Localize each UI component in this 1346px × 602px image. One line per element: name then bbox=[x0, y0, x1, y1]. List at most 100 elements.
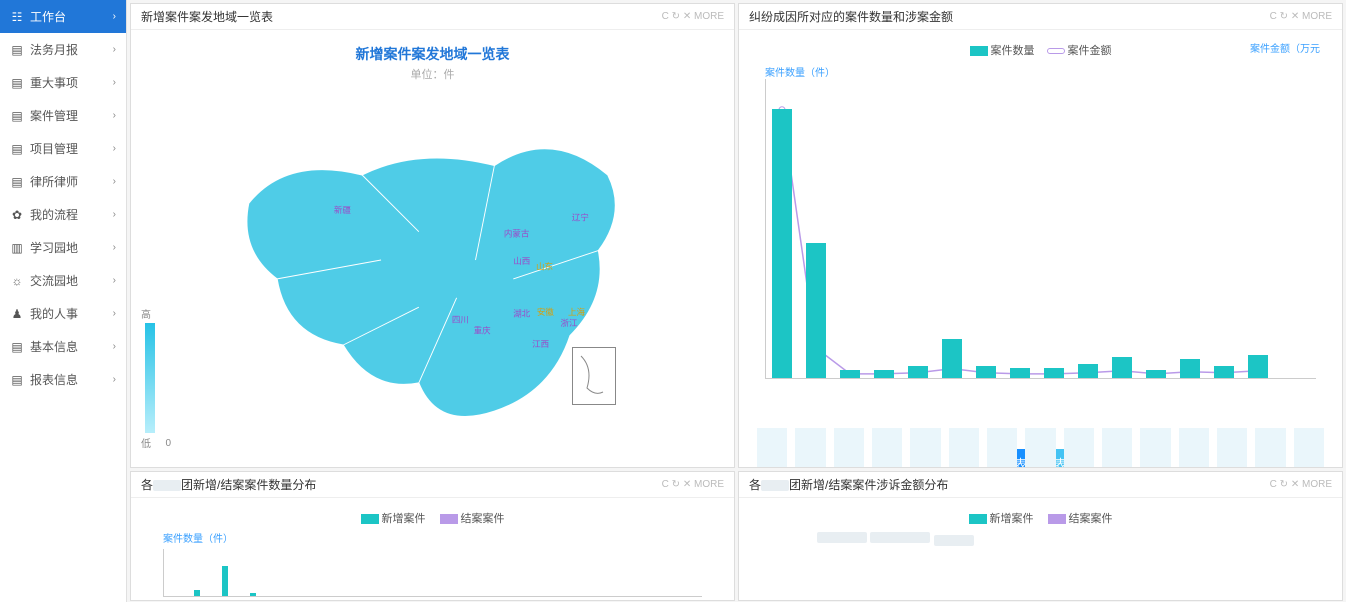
chevron-right-icon: › bbox=[113, 176, 116, 187]
legend-label: 案件金额 bbox=[1068, 45, 1112, 57]
bar[interactable] bbox=[1112, 357, 1132, 378]
map-label[interactable]: 江西 bbox=[532, 339, 549, 349]
map-label[interactable]: 四川 bbox=[451, 314, 468, 324]
legend-swatch bbox=[361, 514, 379, 524]
doc-icon: ▤ bbox=[10, 340, 24, 354]
bar[interactable] bbox=[772, 109, 792, 378]
bar[interactable] bbox=[1180, 359, 1200, 378]
bar[interactable] bbox=[874, 370, 894, 378]
legend-label: 新增案件 bbox=[382, 513, 426, 525]
redacted bbox=[761, 480, 789, 491]
scale-high: 高 bbox=[141, 306, 171, 321]
sidebar-item-exchange[interactable]: ☼交流园地› bbox=[0, 264, 126, 297]
legend-swatch-line bbox=[1047, 48, 1065, 54]
sidebar-item-my-workflow[interactable]: ✿我的流程› bbox=[0, 198, 126, 231]
panel-header: 新增案件案发地域一览表 C ↻ ✕ MORE bbox=[131, 4, 734, 30]
panel-tools[interactable]: C ↻ ✕ MORE bbox=[1270, 11, 1332, 22]
sidebar-item-report-info[interactable]: ▤报表信息› bbox=[0, 363, 126, 396]
sidebar-item-learning[interactable]: ▥学习园地› bbox=[0, 231, 126, 264]
doc-icon: ▤ bbox=[10, 142, 24, 156]
bar[interactable] bbox=[1214, 366, 1234, 378]
panel-body: 新增案件 结案案件 案件数量（件） bbox=[131, 498, 734, 601]
map-label[interactable]: 安徽 bbox=[536, 307, 554, 317]
redacted bbox=[153, 480, 181, 491]
bar[interactable] bbox=[840, 370, 860, 378]
map-label[interactable]: 山西 bbox=[513, 256, 530, 266]
panel-body: 新增案件案发地域一览表 单位：件 新疆内蒙古辽宁山西山东四川重庆湖北安徽上海浙江… bbox=[131, 30, 734, 467]
sidebar-item-case-mgmt[interactable]: ▤ 案件管理 › bbox=[0, 99, 126, 132]
bar[interactable] bbox=[1146, 370, 1166, 378]
sidebar-item-label: 案件管理 bbox=[30, 107, 78, 124]
panel-map: 新增案件案发地域一览表 C ↻ ✕ MORE 新增案件案发地域一览表 单位：件 … bbox=[130, 3, 735, 468]
map-label[interactable]: 重庆 bbox=[473, 326, 491, 336]
legend-label: 案件数量 bbox=[991, 45, 1035, 57]
panel-title: 各团新增/结案案件涉诉金额分布 bbox=[749, 476, 948, 493]
legend-label: 新增案件 bbox=[990, 513, 1034, 525]
chevron-right-icon: › bbox=[113, 11, 116, 22]
main-content: 新增案件案发地域一览表 C ↻ ✕ MORE 新增案件案发地域一览表 单位：件 … bbox=[127, 0, 1346, 602]
book-icon: ▥ bbox=[10, 241, 24, 255]
bar[interactable] bbox=[1248, 355, 1268, 378]
chevron-right-icon: › bbox=[113, 44, 116, 55]
sidebar-item-dashboard[interactable]: ☷工作台 › bbox=[0, 0, 126, 33]
chevron-right-icon: › bbox=[113, 110, 116, 121]
bar[interactable] bbox=[806, 243, 826, 378]
doc-icon: ▤ bbox=[10, 109, 24, 123]
bar[interactable] bbox=[976, 366, 996, 378]
sidebar-item-label: 基本信息 bbox=[30, 338, 78, 355]
y-axis-redacted bbox=[817, 532, 1334, 549]
panel-cause-chart: 纠纷成因所对应的案件数量和涉案金额 C ↻ ✕ MORE 案件数量 案件金额 案… bbox=[738, 3, 1343, 468]
sidebar-item-major-events[interactable]: ▤重大事项› bbox=[0, 66, 126, 99]
bar[interactable] bbox=[1078, 364, 1098, 379]
map-color-scale: 高 低 0 bbox=[141, 306, 171, 449]
bar-chart[interactable] bbox=[765, 79, 1316, 379]
map-label[interactable]: 新疆 bbox=[333, 205, 351, 215]
mini-bar-chart[interactable] bbox=[163, 549, 702, 597]
legend-label: 结案案件 bbox=[461, 513, 505, 525]
y-axis-right-label: 案件金额（万元 bbox=[1250, 40, 1320, 55]
chart-legend: 案件数量 案件金额 bbox=[747, 42, 1334, 58]
legend-swatch bbox=[440, 514, 458, 524]
bar[interactable] bbox=[1010, 368, 1030, 378]
map-unit: 单位：件 bbox=[139, 66, 726, 82]
legend-swatch bbox=[969, 514, 987, 524]
legend-label: 结案案件 bbox=[1069, 513, 1113, 525]
y-axis-left-label: 案件数量（件） bbox=[765, 64, 1334, 79]
map-label[interactable]: 辽宁 bbox=[571, 212, 588, 222]
sidebar-item-label: 我的流程 bbox=[30, 206, 78, 223]
map-label[interactable]: 浙江 bbox=[560, 318, 578, 328]
map-label[interactable]: 上海 bbox=[568, 307, 586, 317]
chart-legend: 新增案件 结案案件 bbox=[747, 510, 1334, 526]
map-label[interactable]: 山东 bbox=[535, 261, 552, 271]
sidebar-item-label: 报表信息 bbox=[30, 371, 78, 388]
legend-swatch bbox=[1048, 514, 1066, 524]
panel-title: 各团新增/结案案件数量分布 bbox=[141, 476, 316, 493]
doc-icon: ▤ bbox=[10, 76, 24, 90]
panel-tools[interactable]: C ↻ ✕ MORE bbox=[662, 479, 724, 490]
y-axis-label: 案件数量（件） bbox=[163, 530, 726, 545]
panel-title: 新增案件案发地域一览表 bbox=[141, 8, 273, 25]
doc-icon: ▤ bbox=[10, 175, 24, 189]
sidebar-item-lawfirm[interactable]: ▤律所律师› bbox=[0, 165, 126, 198]
person-icon: ♟ bbox=[10, 307, 24, 321]
sidebar-item-basic-info[interactable]: ▤基本信息› bbox=[0, 330, 126, 363]
panel-tools[interactable]: C ↻ ✕ MORE bbox=[1270, 479, 1332, 490]
panel-body: 新增案件 结案案件 bbox=[739, 498, 1342, 600]
sidebar-item-label: 法务月报 bbox=[30, 41, 78, 58]
bar[interactable] bbox=[1044, 368, 1064, 378]
sidebar-item-label: 重大事项 bbox=[30, 74, 78, 91]
panel-group-count: 各团新增/结案案件数量分布 C ↻ ✕ MORE 新增案件 结案案件 案件数量（… bbox=[130, 471, 735, 601]
panel-group-amount: 各团新增/结案案件涉诉金额分布 C ↻ ✕ MORE 新增案件 结案案件 bbox=[738, 471, 1343, 601]
sidebar-item-project-mgmt[interactable]: ▤项目管理› bbox=[0, 132, 126, 165]
map-label[interactable]: 湖北 bbox=[513, 309, 531, 319]
map-label[interactable]: 内蒙古 bbox=[503, 228, 529, 238]
sidebar-item-my-hr[interactable]: ♟我的人事› bbox=[0, 297, 126, 330]
panel-tools[interactable]: C ↻ ✕ MORE bbox=[662, 11, 724, 22]
chevron-right-icon: › bbox=[113, 374, 116, 385]
line-overlay bbox=[766, 79, 1316, 378]
sidebar-item-label: 学习园地 bbox=[30, 239, 78, 256]
sidebar-item-falv-monthly[interactable]: ▤法务月报› bbox=[0, 33, 126, 66]
bar[interactable] bbox=[942, 339, 962, 378]
bar[interactable] bbox=[908, 366, 928, 378]
chart-legend: 新增案件 结案案件 bbox=[139, 510, 726, 526]
